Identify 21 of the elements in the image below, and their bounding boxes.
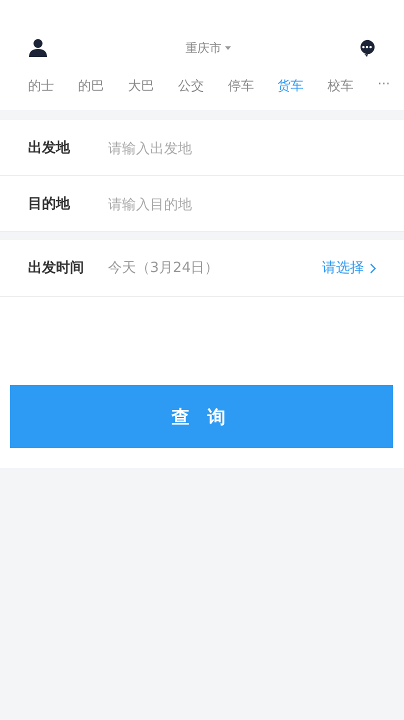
tab[interactable]: 校车 [328,77,354,95]
chat-bubble-icon[interactable] [358,38,376,58]
chevron-right-icon [369,262,376,274]
field-label: 出发地 [28,138,71,156]
select-link[interactable]: 请选择 [322,259,364,277]
tab[interactable]: 的士 [28,77,54,95]
tab[interactable]: 停车 [228,77,254,95]
tab[interactable]: 大巴 [128,77,154,95]
more-tabs[interactable]: ··· [378,77,390,95]
tab[interactable]: 货车 [278,77,304,95]
user-icon[interactable] [28,38,48,58]
field-label: 目的地 [28,194,71,212]
date-value: 今天（3月24日） [108,259,220,277]
time-label: 出发时间 [28,259,85,277]
input-field[interactable]: 请输入目的地 [108,196,376,212]
input-field[interactable]: 请输入出发地 [108,140,376,156]
query-button[interactable]: 查 询 [10,385,393,448]
caret-icon [224,46,230,50]
tab[interactable]: 公交 [178,77,204,95]
tab[interactable]: 的巴 [78,77,104,95]
city-selector[interactable]: 重庆市 [186,40,230,56]
